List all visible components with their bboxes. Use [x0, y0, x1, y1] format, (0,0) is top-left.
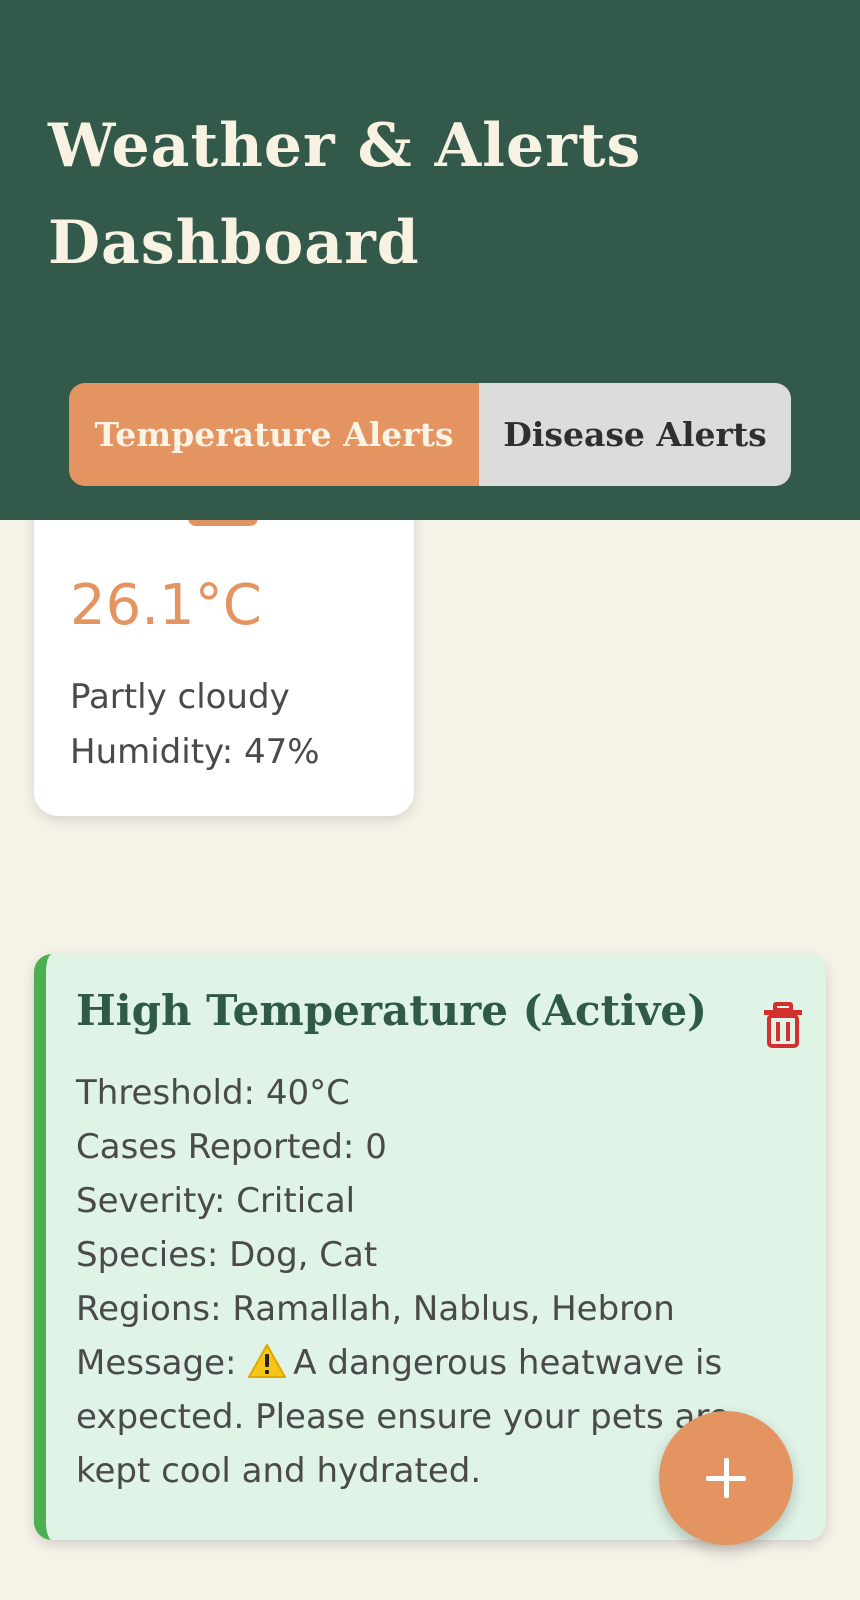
- tab-disease-alerts[interactable]: Disease Alerts: [479, 383, 791, 486]
- page-title: Weather & Alerts Dashboard: [48, 111, 642, 278]
- alert-cases: Cases Reported: 0: [76, 1127, 387, 1167]
- add-alert-button[interactable]: [659, 1411, 793, 1545]
- alert-threshold: Threshold: 40°C: [76, 1073, 350, 1113]
- alert-message-label: Message:: [76, 1343, 237, 1383]
- app-header: Weather & Alerts Dashboard: [0, 0, 860, 338]
- weather-description: Partly cloudy: [70, 677, 290, 717]
- current-temperature: 26.1°C: [70, 573, 262, 638]
- alert-details: Threshold: 40°C Cases Reported: 0 Severi…: [76, 1066, 776, 1498]
- alert-regions: Regions: Ramallah, Nablus, Hebron: [76, 1289, 675, 1329]
- weather-card: 26.1°C Partly cloudy Humidity: 47%: [34, 470, 414, 816]
- warning-icon: [248, 1344, 287, 1378]
- alert-species: Species: Dog, Cat: [76, 1235, 378, 1275]
- alert-message: Message: A dangerous heatwave is expecte…: [76, 1343, 730, 1491]
- alert-type-tabs: Temperature Alerts Disease Alerts: [69, 383, 791, 486]
- alert-title: High Temperature (Active): [76, 986, 707, 1035]
- weather-humidity: Humidity: 47%: [70, 732, 320, 772]
- trash-icon: [764, 1002, 802, 1048]
- delete-alert-button[interactable]: [762, 1002, 804, 1048]
- tab-bar: Temperature Alerts Disease Alerts: [0, 338, 860, 520]
- tab-temperature-alerts[interactable]: Temperature Alerts: [69, 383, 479, 486]
- alert-severity: Severity: Critical: [76, 1181, 356, 1221]
